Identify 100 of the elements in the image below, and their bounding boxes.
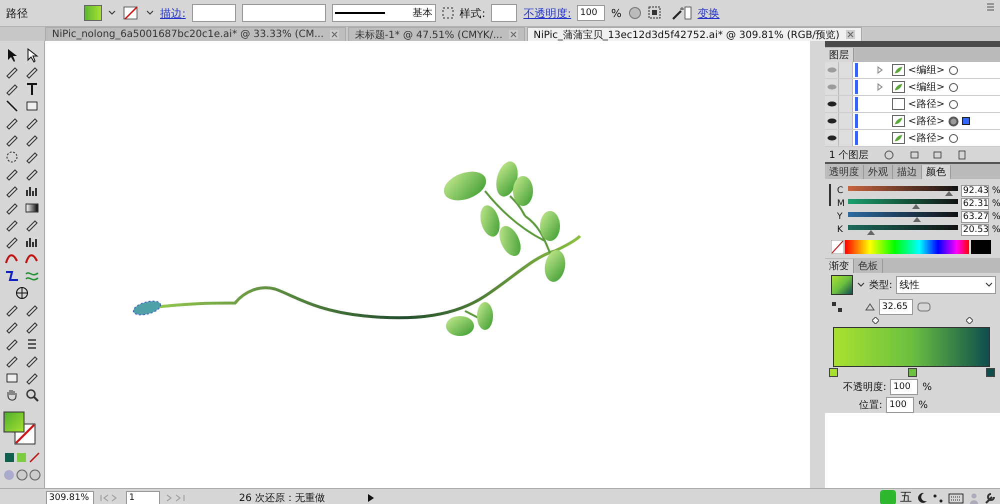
- document-tab[interactable]: NiPic_蒲蒲宝贝_13ec12d3d5f42752.ai* @ 309.81% (RGB/预览): [526, 27, 862, 41]
- channel-value-field[interactable]: 20.53: [961, 224, 989, 236]
- layers-panel-tab[interactable]: 图层: [825, 48, 854, 62]
- stroke-none-swatch[interactable]: [122, 5, 140, 21]
- channel-value-field[interactable]: 63.27: [961, 210, 989, 222]
- percent-label: %: [918, 400, 928, 410]
- target-circle-icon[interactable]: [948, 64, 959, 76]
- color-spectrum-bar[interactable]: [831, 240, 991, 254]
- lock-toggle[interactable]: [839, 62, 853, 78]
- lock-toggle[interactable]: [839, 96, 853, 112]
- lock-toggle[interactable]: [839, 79, 853, 95]
- type-tool-icon[interactable]: [24, 81, 40, 97]
- panel-menu-icon[interactable]: [984, 3, 994, 11]
- layer-name[interactable]: <路径>: [908, 114, 948, 128]
- visibility-toggle[interactable]: [825, 113, 839, 129]
- stop-opacity-field[interactable]: 100: [890, 379, 918, 395]
- midpoint-diamond-icon[interactable]: [872, 317, 880, 324]
- target-circle-icon[interactable]: [948, 116, 959, 126]
- document-tab[interactable]: 未标题-1* @ 47.51% (CMYK/...: [348, 27, 525, 41]
- keyboard-icon[interactable]: [948, 492, 964, 504]
- gradient-stop[interactable]: [829, 368, 838, 377]
- gradient-ramp[interactable]: [833, 327, 990, 367]
- percent-label: %: [992, 224, 1000, 234]
- zoom-icon[interactable]: [24, 387, 40, 403]
- visibility-toggle[interactable]: [825, 130, 839, 146]
- close-icon[interactable]: [846, 30, 855, 39]
- expand-triangle-icon[interactable]: [877, 66, 883, 74]
- layer-name[interactable]: <路径>: [908, 97, 948, 111]
- angle-field[interactable]: 32.65: [879, 299, 913, 315]
- channel-label: C: [837, 186, 844, 196]
- document-tab[interactable]: NiPic_nolong_6a5001687bc20c1e.ai* @ 33.33% (CM...: [45, 27, 346, 41]
- channel-slider[interactable]: [848, 198, 958, 209]
- target-circle-icon[interactable]: [948, 132, 959, 144]
- moon-icon[interactable]: [916, 492, 928, 504]
- stop-location-field[interactable]: 100: [886, 397, 914, 413]
- eye-icon[interactable]: [826, 118, 836, 124]
- expand-triangle-icon[interactable]: [877, 83, 883, 91]
- type-label: 类型:: [869, 278, 892, 292]
- close-icon[interactable]: [330, 30, 339, 39]
- aspect-ratio-icon: [917, 302, 931, 312]
- eye-icon[interactable]: [826, 101, 836, 107]
- percent-label: %: [992, 212, 1000, 222]
- channel-slider[interactable]: [848, 185, 958, 196]
- reverse-gradient-icon[interactable]: [831, 301, 843, 313]
- dotted-square-icon[interactable]: [442, 7, 454, 19]
- ime-mode-label[interactable]: 五: [900, 489, 912, 504]
- step-curve-icon[interactable]: [4, 268, 20, 284]
- stroke-link[interactable]: 描边:: [160, 6, 186, 20]
- eye-icon[interactable]: [826, 135, 836, 141]
- panel-tab[interactable]: 外观: [864, 165, 893, 179]
- channel-label: Y: [837, 212, 844, 222]
- channel-value-field[interactable]: 62.31: [961, 198, 989, 210]
- style-dropdown[interactable]: [491, 4, 518, 22]
- punctuation-icon[interactable]: [932, 492, 944, 504]
- gradient-swatch[interactable]: [831, 275, 853, 295]
- channel-value-field[interactable]: 92.43: [961, 184, 989, 196]
- visibility-toggle[interactable]: [825, 79, 839, 95]
- layer-color-bar: [855, 131, 859, 145]
- panel-tab[interactable]: 渐变: [825, 259, 854, 273]
- history-status: 26 次还原：无重做: [238, 492, 326, 504]
- wrench-icon[interactable]: [984, 492, 996, 504]
- crosshair-icon[interactable]: [14, 285, 30, 301]
- lock-toggle[interactable]: [839, 113, 853, 129]
- opacity-field[interactable]: 100: [577, 5, 606, 21]
- slider-thumb[interactable]: [867, 230, 876, 235]
- close-icon[interactable]: [508, 30, 518, 39]
- layer-name[interactable]: <路径>: [908, 131, 948, 145]
- panel-tab[interactable]: 色板: [854, 259, 883, 273]
- stroke-weight-field[interactable]: [192, 4, 236, 22]
- panel-tab[interactable]: 透明度: [825, 165, 864, 179]
- percent-label: %: [611, 6, 622, 20]
- color-mode-icon[interactable]: [2, 451, 42, 465]
- lock-toggle[interactable]: [839, 130, 853, 146]
- fill-swatch[interactable]: [84, 5, 102, 21]
- type-dropdown[interactable]: 线性: [896, 276, 996, 294]
- zoom-dropdown[interactable]: 309.81%: [46, 490, 94, 504]
- selection-square-icon[interactable]: [962, 117, 970, 125]
- midpoint-diamond-icon[interactable]: [966, 317, 974, 324]
- globe-icon[interactable]: [628, 6, 642, 20]
- opacity-link[interactable]: 不透明度:: [523, 6, 572, 20]
- variable-width-dropdown[interactable]: [242, 4, 326, 22]
- visibility-toggle[interactable]: [825, 62, 839, 78]
- layer-name[interactable]: <编组>: [908, 63, 948, 77]
- layer-color-bar: [855, 114, 859, 128]
- channel-slider[interactable]: [848, 211, 958, 222]
- target-circle-icon[interactable]: [948, 82, 959, 92]
- screen-mode-icon[interactable]: [2, 468, 42, 482]
- rotate-icon[interactable]: [4, 149, 20, 165]
- percent-label: %: [922, 382, 932, 392]
- panel-tab[interactable]: 颜色: [922, 165, 951, 179]
- line-tool-icon[interactable]: [4, 98, 20, 114]
- play-triangle-icon[interactable]: [368, 494, 374, 502]
- target-circle-icon[interactable]: [948, 98, 959, 110]
- layer-color-bar: [855, 63, 859, 77]
- page-dropdown[interactable]: 1: [126, 490, 160, 504]
- visibility-toggle[interactable]: [825, 96, 839, 112]
- transform-link[interactable]: 变换: [698, 6, 720, 20]
- gradient-stop[interactable]: [908, 368, 916, 377]
- layer-name[interactable]: <编组>: [908, 80, 948, 94]
- brush-definition-dropdown[interactable]: 基本: [332, 4, 436, 22]
